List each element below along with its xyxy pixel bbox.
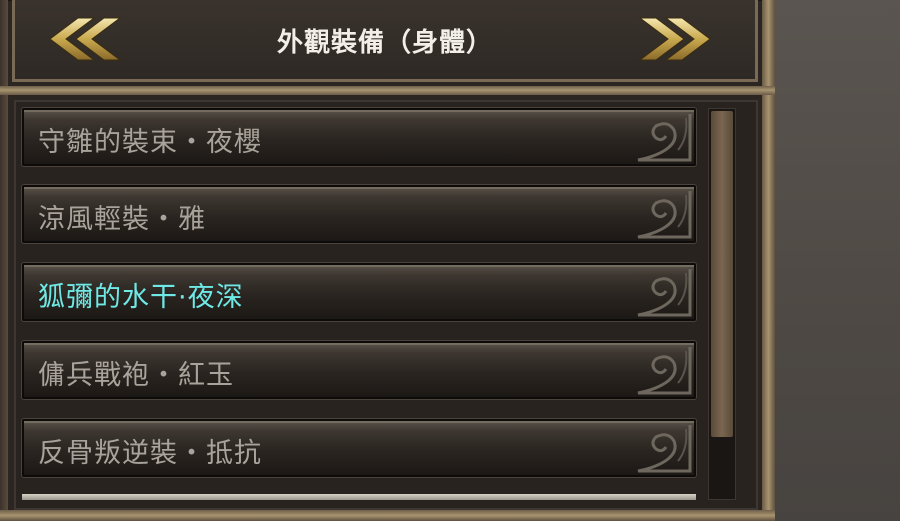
swirl-ornament-icon bbox=[637, 114, 692, 162]
frame-right bbox=[762, 0, 775, 521]
double-chevron-left-icon[interactable] bbox=[38, 16, 128, 62]
list-item-label: 守雛的裝束・夜櫻 bbox=[38, 127, 262, 158]
background-right bbox=[775, 0, 900, 521]
list-item-label: 反骨叛逆裝・抵抗 bbox=[38, 438, 262, 469]
list-item-label: 傭兵戰袍・紅玉 bbox=[38, 360, 234, 391]
list-item-label: 狐彌的水干·夜深 bbox=[38, 282, 244, 313]
swirl-ornament-icon bbox=[637, 191, 692, 239]
double-chevron-right-icon[interactable] bbox=[632, 16, 722, 62]
list-item-partial[interactable] bbox=[22, 494, 696, 500]
list-item-label: 涼風輕裝・雅 bbox=[38, 204, 206, 235]
list-item[interactable]: 涼風輕裝・雅 bbox=[22, 185, 696, 243]
header-divider bbox=[0, 86, 775, 95]
scrollbar-thumb[interactable] bbox=[711, 111, 733, 437]
frame-bottom bbox=[0, 510, 775, 521]
costume-panel: 外觀裝備（身體） 守雛的裝束・夜櫻 涼風輕裝・雅 狐彌的水干·夜深 傭兵戰袍・紅… bbox=[0, 0, 775, 521]
frame-left bbox=[0, 0, 8, 521]
list-item[interactable]: 守雛的裝束・夜櫻 bbox=[22, 108, 696, 166]
swirl-ornament-icon bbox=[637, 269, 692, 317]
scrollbar[interactable] bbox=[708, 108, 736, 500]
swirl-ornament-icon bbox=[637, 425, 692, 473]
list-item-selected[interactable]: 狐彌的水干·夜深 bbox=[22, 263, 696, 321]
swirl-ornament-icon bbox=[637, 347, 692, 395]
list-item[interactable]: 反骨叛逆裝・抵抗 bbox=[22, 419, 696, 477]
list-item[interactable]: 傭兵戰袍・紅玉 bbox=[22, 341, 696, 399]
